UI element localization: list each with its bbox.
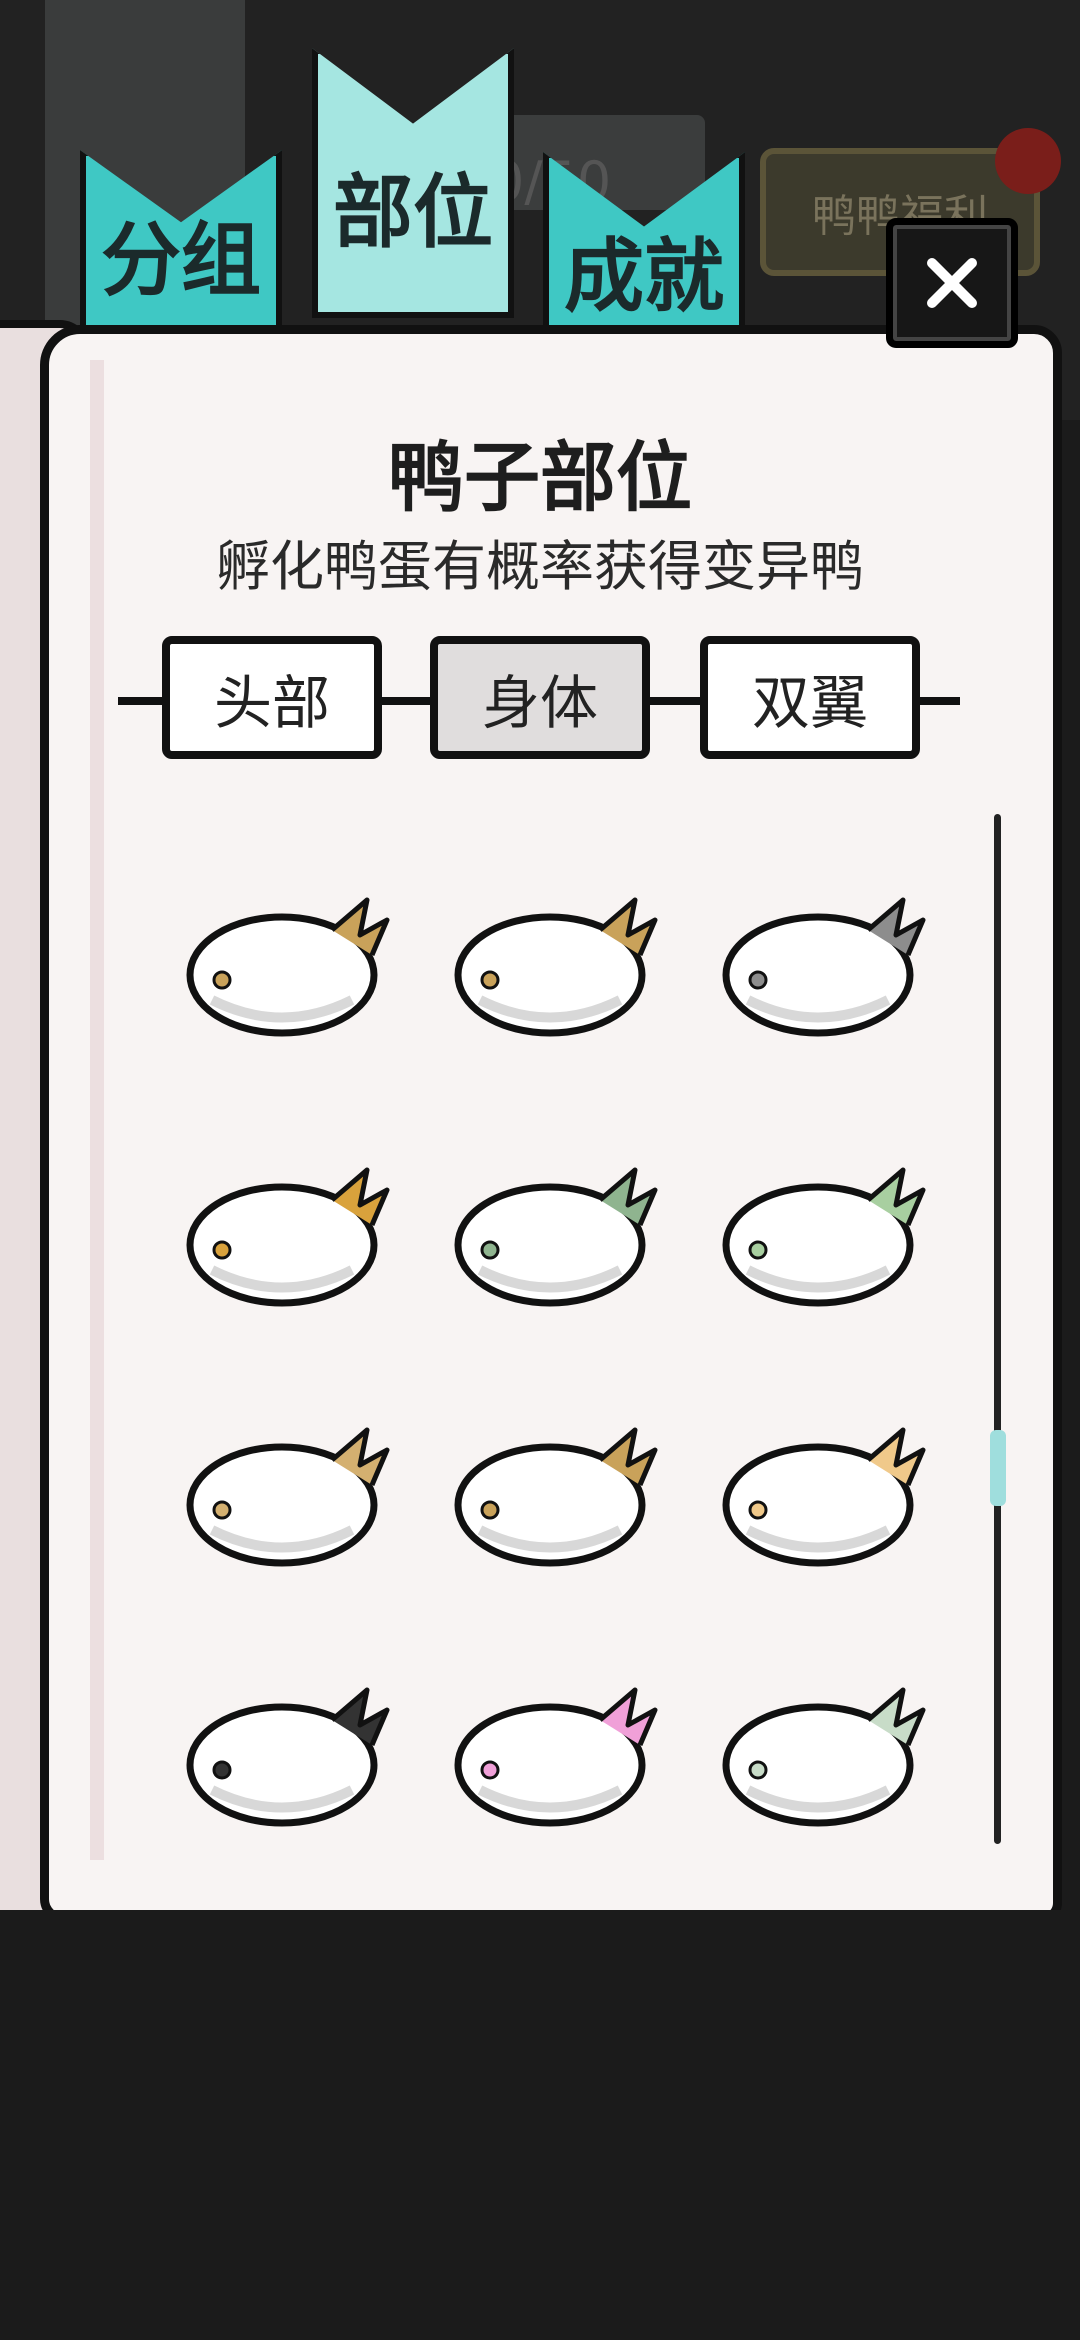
duck-part-item[interactable] bbox=[450, 1650, 670, 1850]
duck-body-icon bbox=[454, 1167, 658, 1307]
duck-body-icon bbox=[454, 1427, 658, 1567]
duck-body-icon bbox=[722, 897, 926, 1037]
close-icon bbox=[927, 258, 977, 308]
scrollbar-thumb[interactable] bbox=[990, 1430, 1006, 1506]
duck-part-item[interactable] bbox=[182, 1650, 402, 1850]
category-body-button[interactable]: 身体 bbox=[430, 636, 650, 759]
duck-part-item[interactable] bbox=[718, 1650, 938, 1850]
scrollbar-track[interactable] bbox=[994, 814, 1001, 1844]
tab-achievements-label: 成就 bbox=[564, 230, 724, 323]
duck-body-icon bbox=[186, 1167, 390, 1307]
category-head-button[interactable]: 头部 bbox=[162, 636, 382, 759]
close-button[interactable] bbox=[886, 218, 1018, 348]
duck-body-icon bbox=[722, 1167, 926, 1307]
duck-part-item[interactable] bbox=[182, 860, 402, 1060]
duck-part-item[interactable] bbox=[450, 860, 670, 1060]
duck-part-item[interactable] bbox=[718, 1130, 938, 1330]
duck-body-icon bbox=[722, 1427, 926, 1567]
duck-body-icon bbox=[722, 1687, 926, 1827]
duck-part-item[interactable] bbox=[182, 1130, 402, 1330]
page-title: 鸭子部位 bbox=[388, 433, 692, 522]
duck-part-item[interactable] bbox=[450, 1390, 670, 1590]
notification-dot bbox=[995, 128, 1061, 194]
duck-body-icon bbox=[186, 897, 390, 1037]
tab-parts-label: 部位 bbox=[333, 166, 493, 259]
category-wings-button[interactable]: 双翼 bbox=[700, 636, 920, 759]
duck-body-icon bbox=[454, 897, 658, 1037]
duck-part-item[interactable] bbox=[718, 1390, 938, 1590]
book-bottom-edge bbox=[0, 1910, 1080, 1950]
duck-body-icon bbox=[186, 1427, 390, 1567]
duck-part-item[interactable] bbox=[450, 1130, 670, 1330]
page-subtitle: 孵化鸭蛋有概率获得变异鸭 bbox=[216, 535, 864, 598]
duck-part-item[interactable] bbox=[718, 860, 938, 1060]
duck-body-icon bbox=[454, 1687, 658, 1827]
duck-part-item[interactable] bbox=[182, 1390, 402, 1590]
duck-body-icon bbox=[186, 1687, 390, 1827]
